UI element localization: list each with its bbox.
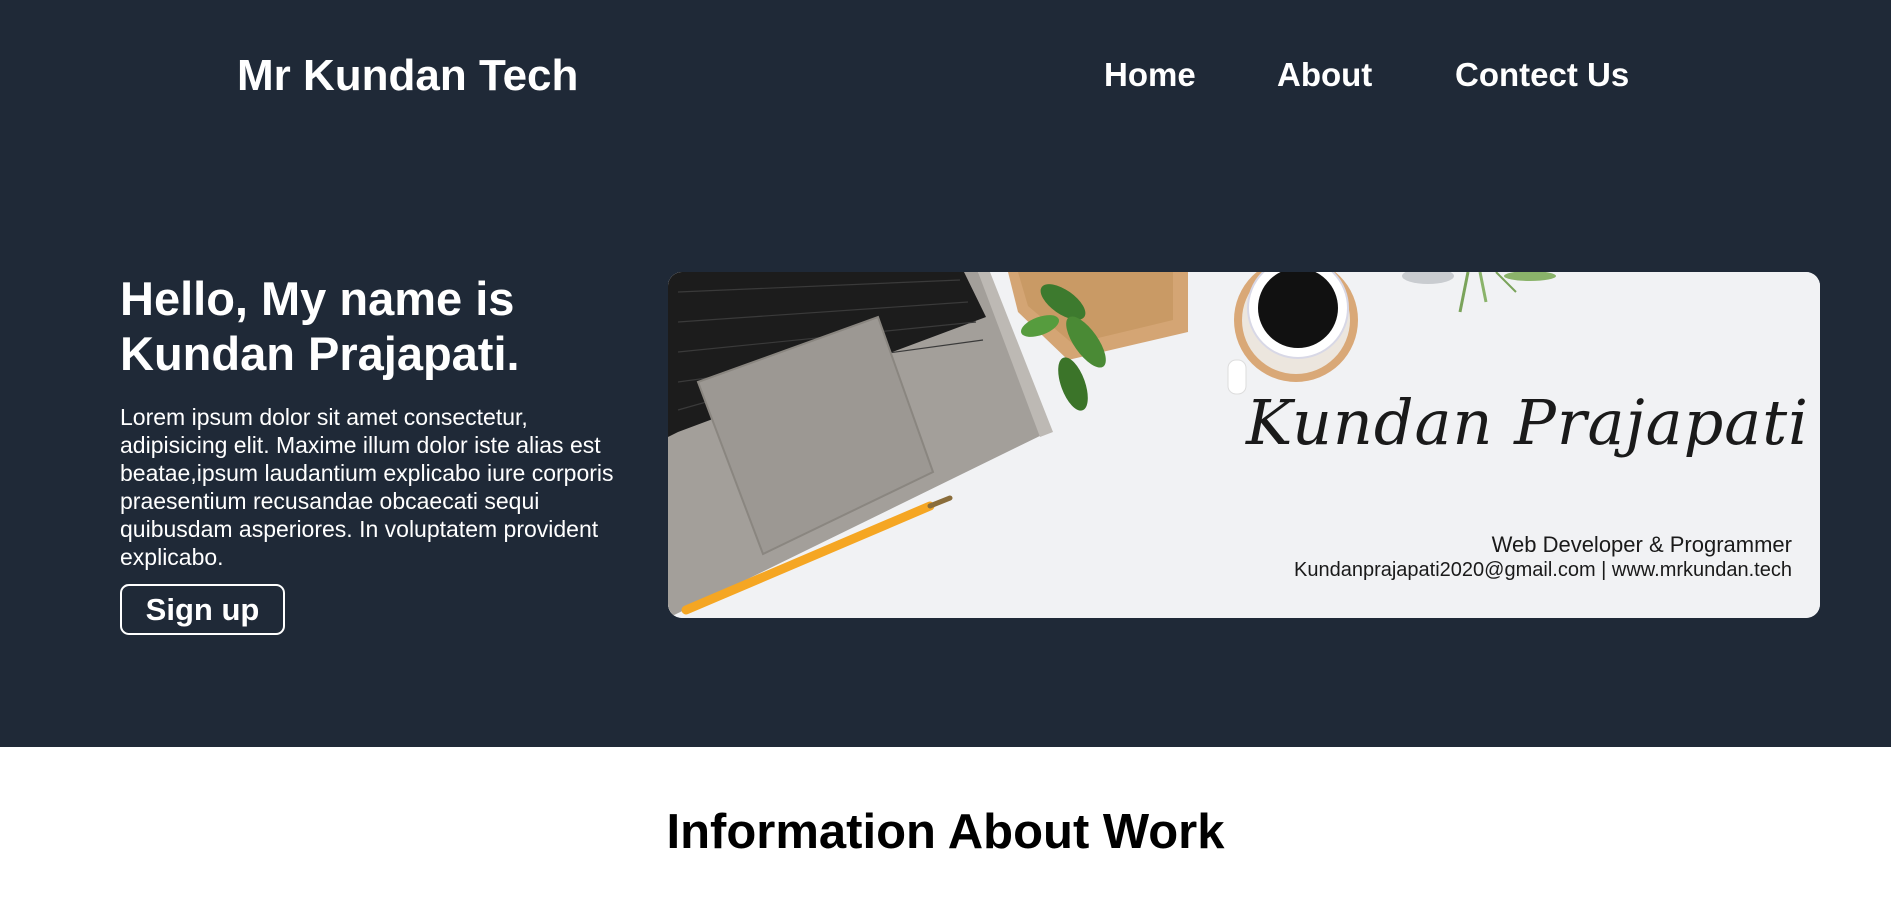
- sign-up-button[interactable]: Sign up: [120, 584, 285, 635]
- banner-contact-text: Kundanprajapati2020@gmail.com | www.mrku…: [1294, 559, 1792, 581]
- hero-section: Mr Kundan Tech Home About Contect Us Hel…: [0, 0, 1891, 747]
- banner-role-text: Web Developer & Programmer: [1491, 532, 1792, 557]
- nav-contact-link[interactable]: Contect Us: [1455, 56, 1629, 94]
- section-title: Information About Work: [666, 805, 1225, 859]
- hero-headline: Hello, My name is Kundan Prajapati.: [120, 272, 520, 380]
- signature-text: Kundan Prajapati: [1246, 386, 1810, 459]
- nav-home-link[interactable]: Home: [1104, 56, 1196, 94]
- nav-about-link[interactable]: About: [1277, 56, 1372, 94]
- site-brand[interactable]: Mr Kundan Tech: [237, 51, 578, 101]
- hero-intro-text: Lorem ipsum dolor sit amet consectetur, …: [120, 404, 614, 570]
